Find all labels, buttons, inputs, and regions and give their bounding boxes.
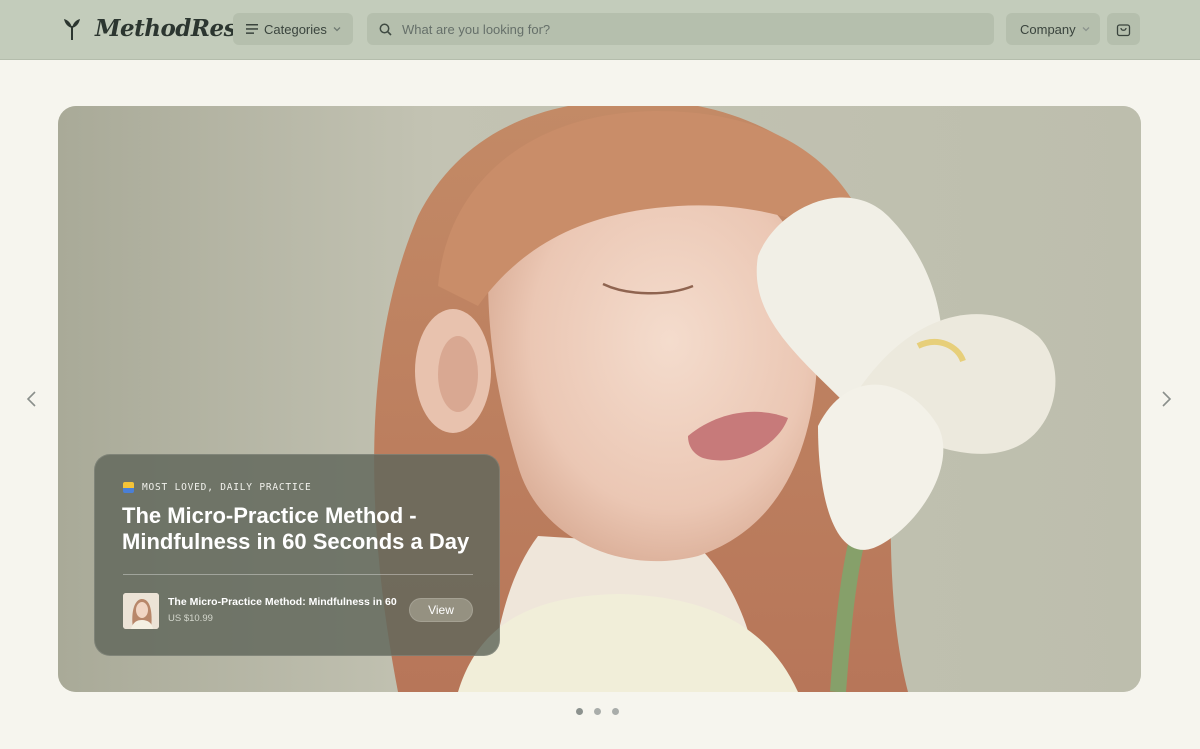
featured-eyebrow: MOST LOVED, DAILY PRACTICE <box>123 482 312 493</box>
top-navigation-bar: MethodRest Categories Company <box>0 0 1200 60</box>
product-thumbnail-image <box>123 593 159 629</box>
product-thumbnail[interactable] <box>123 593 159 629</box>
carousel-dot-2[interactable] <box>594 708 601 715</box>
chevron-right-icon <box>1162 391 1172 407</box>
search-bar[interactable] <box>367 13 994 45</box>
hero-title: The Micro-Practice Method - Mindfulness … <box>122 503 470 554</box>
carousel-pagination <box>576 708 619 715</box>
brand-name: MethodRest <box>95 15 247 42</box>
carousel-prev-button[interactable] <box>24 390 40 408</box>
featured-product-card: MOST LOVED, DAILY PRACTICE The Micro-Pra… <box>94 454 500 656</box>
shopping-bag-icon <box>1116 23 1131 36</box>
search-icon <box>379 23 392 36</box>
hero-carousel-slide[interactable]: MOST LOVED, DAILY PRACTICE The Micro-Pra… <box>58 106 1141 692</box>
cart-button[interactable] <box>1107 13 1140 45</box>
sprout-icon <box>64 19 80 41</box>
chevron-down-icon <box>333 27 341 32</box>
carousel-dot-3[interactable] <box>612 708 619 715</box>
card-divider <box>123 574 473 575</box>
eyebrow-label: MOST LOVED, DAILY PRACTICE <box>142 482 312 493</box>
product-price: US $10.99 <box>168 613 213 624</box>
view-button[interactable]: View <box>409 598 473 622</box>
search-input[interactable] <box>402 21 962 37</box>
trophy-icon <box>123 482 134 493</box>
categories-label: Categories <box>264 21 327 37</box>
chevron-left-icon <box>26 391 36 407</box>
product-name[interactable]: The Micro-Practice Method: Mindfulness i… <box>168 596 404 608</box>
brand-logo[interactable]: MethodRest <box>62 13 247 45</box>
carousel-next-button[interactable] <box>1158 390 1174 408</box>
company-label: Company <box>1020 21 1076 37</box>
menu-lines-icon <box>246 24 258 34</box>
chevron-down-icon <box>1082 27 1090 32</box>
categories-button[interactable]: Categories <box>233 13 353 45</box>
carousel-dot-1[interactable] <box>576 708 583 715</box>
company-dropdown[interactable]: Company <box>1006 13 1100 45</box>
